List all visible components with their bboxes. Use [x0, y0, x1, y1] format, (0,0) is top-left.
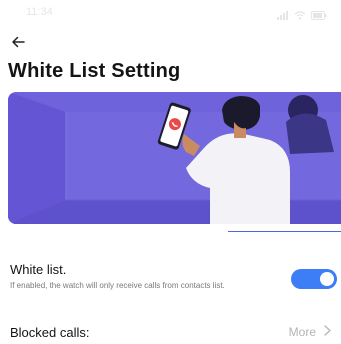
blocked-calls-row[interactable]: Blocked calls: More	[0, 318, 341, 344]
banner-illustration	[8, 92, 341, 224]
blocked-calls-label: Blocked calls:	[10, 325, 90, 340]
white-list-description: If enabled, the watch will only receive …	[10, 281, 225, 290]
status-time: 11:34	[26, 6, 53, 18]
wifi-icon	[294, 7, 306, 25]
back-arrow-icon	[11, 35, 25, 53]
page-title: White List Setting	[8, 60, 181, 82]
chevron-right-icon	[324, 325, 331, 339]
white-list-toggle[interactable]	[291, 269, 337, 289]
more-label: More	[288, 325, 316, 339]
white-list-title: White list.	[10, 262, 67, 277]
battery-icon	[311, 7, 327, 25]
white-list-setting-screen: 11:34 White List Setting White list. If …	[0, 0, 341, 344]
back-button[interactable]	[6, 32, 30, 56]
toggle-knob	[320, 272, 334, 286]
status-icons	[277, 7, 327, 25]
signal-icon	[277, 7, 289, 25]
banner-divider	[228, 231, 341, 232]
status-bar: 11:34	[0, 0, 341, 26]
blocked-calls-more[interactable]: More	[289, 325, 331, 339]
